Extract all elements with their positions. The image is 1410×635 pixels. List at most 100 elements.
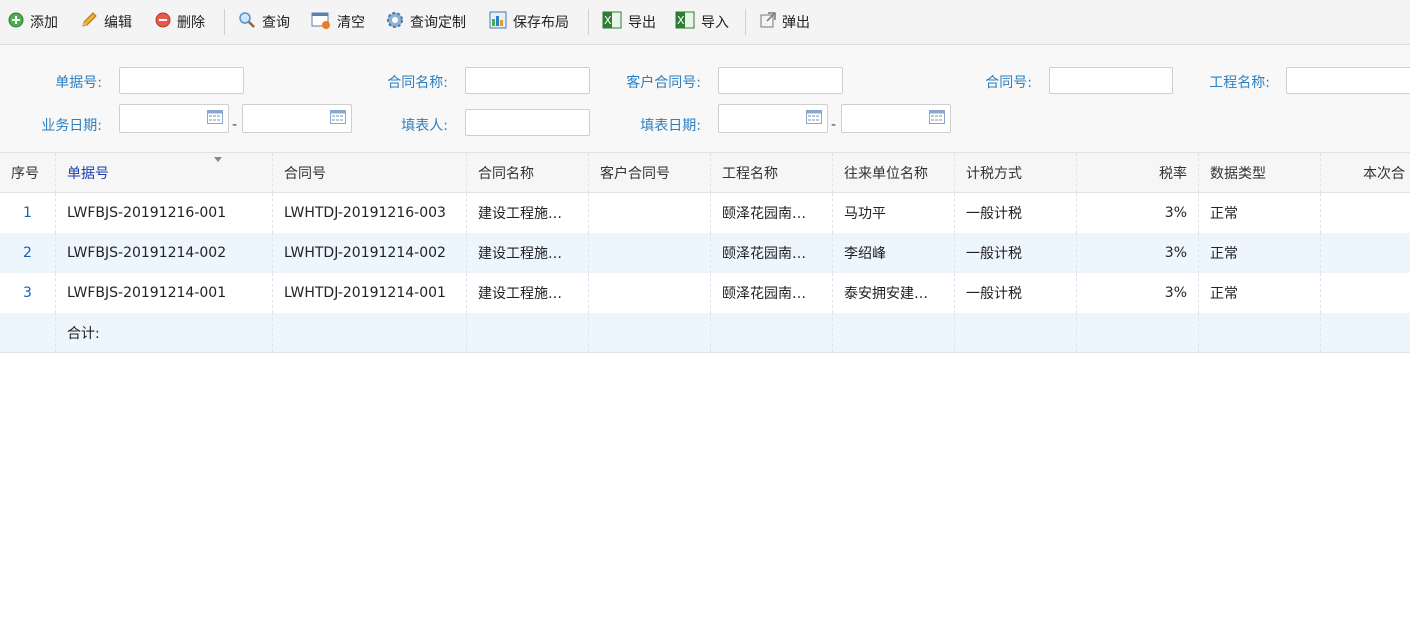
popup-label: 弹出 <box>782 15 810 31</box>
toolbar: 添加 编辑 删除 查询 清空 查询定制 保存布局 X 导出 X 导入 弹出 <box>0 0 1410 45</box>
sum-cell <box>467 313 589 352</box>
cell-data-type: 正常 <box>1199 273 1321 313</box>
svg-text:X: X <box>604 14 612 27</box>
clear-icon <box>311 11 331 33</box>
table-row[interactable]: 3 LWFBJS-20191214-001 LWHTDJ-20191214-00… <box>0 273 1410 313</box>
cell-contract-no: LWHTDJ-20191214-001 <box>273 273 467 313</box>
table-row[interactable]: 1 LWFBJS-20191216-001 LWHTDJ-20191216-00… <box>0 193 1410 233</box>
cell-partner-name: 李绍峰 <box>833 233 955 273</box>
import-button[interactable]: X 导入 <box>675 0 729 44</box>
contract-no-label: 合同号: <box>985 75 1032 91</box>
toolbar-divider <box>745 9 746 35</box>
delete-button[interactable]: 删除 <box>155 0 205 44</box>
project-name-label: 工程名称: <box>1209 75 1270 91</box>
date-range-separator: - <box>232 117 238 133</box>
sum-index-cell <box>0 313 56 352</box>
cell-tax-rate: 3% <box>1077 193 1199 233</box>
sum-cell <box>833 313 955 352</box>
cell-project-name: 颐泽花园南… <box>711 233 833 273</box>
query-button[interactable]: 查询 <box>238 0 290 44</box>
delete-icon <box>155 12 171 32</box>
cell-tax-method: 一般计税 <box>955 273 1077 313</box>
filter-form: 单据号: 合同名称: 客户合同号: 合同号: 工程名称: 业务日期: - 填表人… <box>0 45 1410 152</box>
cell-customer-contract-no <box>589 233 711 273</box>
save-layout-label: 保存布局 <box>513 15 569 31</box>
cell-doc-no: LWFBJS-20191214-002 <box>56 233 273 273</box>
contract-no-input[interactable] <box>1049 67 1173 94</box>
business-date-from-input[interactable] <box>119 104 229 133</box>
sum-label: 合计: <box>56 313 273 352</box>
row-index: 1 <box>0 193 56 233</box>
save-layout-button[interactable]: 保存布局 <box>489 0 569 44</box>
clear-button[interactable]: 清空 <box>311 0 365 44</box>
cell-current-amount <box>1321 273 1410 313</box>
customer-contract-no-input[interactable] <box>718 67 843 94</box>
filler-label: 填表人: <box>401 118 448 134</box>
cell-customer-contract-no <box>589 193 711 233</box>
toolbar-divider <box>224 9 225 35</box>
excel-export-icon: X <box>602 11 622 33</box>
header-contract-name[interactable]: 合同名称 <box>467 153 589 192</box>
sum-cell <box>589 313 711 352</box>
cell-contract-name: 建设工程施… <box>467 233 589 273</box>
add-button[interactable]: 添加 <box>8 0 58 44</box>
header-data-type[interactable]: 数据类型 <box>1199 153 1321 192</box>
popup-button[interactable]: 弹出 <box>760 0 810 44</box>
sort-desc-icon <box>214 157 222 162</box>
calendar-icon[interactable] <box>929 110 945 124</box>
header-current-amount[interactable]: 本次合 <box>1321 153 1410 192</box>
fill-date-to-input[interactable] <box>841 104 951 133</box>
cell-partner-name: 泰安拥安建… <box>833 273 955 313</box>
header-doc-no[interactable]: 单据号 <box>56 153 273 192</box>
table-row[interactable]: 2 LWFBJS-20191214-002 LWHTDJ-20191214-00… <box>0 233 1410 273</box>
edit-button[interactable]: 编辑 <box>80 0 132 44</box>
query-custom-button[interactable]: 查询定制 <box>386 0 466 44</box>
date-range-separator: - <box>831 117 837 133</box>
header-tax-rate[interactable]: 税率 <box>1077 153 1199 192</box>
summary-row: 合计: <box>0 313 1410 353</box>
contract-name-input[interactable] <box>465 67 590 94</box>
cell-tax-method: 一般计税 <box>955 193 1077 233</box>
cell-tax-rate: 3% <box>1077 273 1199 313</box>
delete-label: 删除 <box>177 15 205 31</box>
export-button[interactable]: X 导出 <box>602 0 656 44</box>
header-customer-contract-no[interactable]: 客户合同号 <box>589 153 711 192</box>
header-index[interactable]: 序号 <box>0 153 56 192</box>
external-link-icon <box>760 12 776 32</box>
cell-tax-method: 一般计税 <box>955 233 1077 273</box>
svg-text:X: X <box>677 14 685 27</box>
sum-cell <box>711 313 833 352</box>
header-contract-no[interactable]: 合同号 <box>273 153 467 192</box>
query-label: 查询 <box>262 15 290 31</box>
header-tax-method[interactable]: 计税方式 <box>955 153 1077 192</box>
row-index: 2 <box>0 233 56 273</box>
sum-cell <box>955 313 1077 352</box>
add-label: 添加 <box>30 15 58 31</box>
calendar-icon[interactable] <box>330 110 346 124</box>
filler-input[interactable] <box>465 109 590 136</box>
header-doc-no-label: 单据号 <box>67 165 109 182</box>
doc-no-input[interactable] <box>119 67 244 94</box>
sum-cell <box>273 313 467 352</box>
cell-contract-name: 建设工程施… <box>467 193 589 233</box>
business-date-label: 业务日期: <box>41 118 102 134</box>
add-icon <box>8 12 24 32</box>
layout-icon <box>489 11 507 33</box>
clear-label: 清空 <box>337 15 365 31</box>
edit-label: 编辑 <box>104 15 132 31</box>
cell-customer-contract-no <box>589 273 711 313</box>
doc-no-label: 单据号: <box>55 75 102 91</box>
calendar-icon[interactable] <box>806 110 822 124</box>
header-partner-name[interactable]: 往来单位名称 <box>833 153 955 192</box>
cell-project-name: 颐泽花园南… <box>711 273 833 313</box>
calendar-icon[interactable] <box>207 110 223 124</box>
fill-date-from-input[interactable] <box>718 104 828 133</box>
sum-cell <box>1077 313 1199 352</box>
cell-contract-name: 建设工程施… <box>467 273 589 313</box>
header-project-name[interactable]: 工程名称 <box>711 153 833 192</box>
business-date-to-input[interactable] <box>242 104 352 133</box>
cell-current-amount <box>1321 233 1410 273</box>
customer-contract-no-label: 客户合同号: <box>626 75 701 91</box>
project-name-input[interactable] <box>1286 67 1410 94</box>
fill-date-label: 填表日期: <box>640 118 701 134</box>
